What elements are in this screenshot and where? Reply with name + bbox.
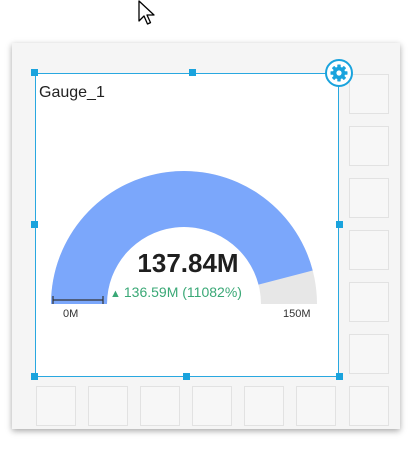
grid-cell[interactable]	[296, 386, 336, 426]
resize-handle-top-left[interactable]	[31, 69, 38, 76]
gauge-chart	[51, 171, 317, 304]
resize-handle-left[interactable]	[31, 221, 38, 228]
resize-handle-bottom-left[interactable]	[31, 373, 38, 380]
grid-cell[interactable]	[140, 386, 180, 426]
grid-cell[interactable]	[349, 230, 389, 270]
grid-cell[interactable]	[349, 126, 389, 166]
grid-cell[interactable]	[349, 74, 389, 114]
grid-cell[interactable]	[244, 386, 284, 426]
dashboard-editor: Gauge_1 137.84M ▲ 136.59M (11082%) 0M 150…	[0, 0, 413, 450]
mouse-pointer-icon	[138, 0, 155, 25]
grid-cell[interactable]	[349, 282, 389, 322]
resize-handle-bottom-right[interactable]	[336, 373, 343, 380]
grid-cell[interactable]	[349, 178, 389, 218]
resize-handle-bottom[interactable]	[183, 373, 190, 380]
resize-handle-top[interactable]	[189, 69, 196, 76]
grid-cell[interactable]	[349, 334, 389, 374]
grid-cell[interactable]	[36, 386, 76, 426]
grid-cell[interactable]	[192, 386, 232, 426]
grid-cell[interactable]	[88, 386, 128, 426]
gear-icon[interactable]	[325, 59, 353, 87]
resize-handle-right[interactable]	[336, 221, 343, 228]
grid-cell[interactable]	[349, 386, 389, 426]
